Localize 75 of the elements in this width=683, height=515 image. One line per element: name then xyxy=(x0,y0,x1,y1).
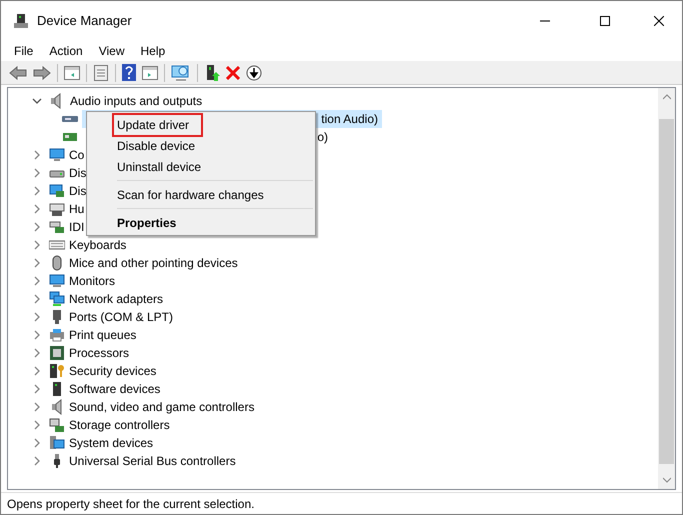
tree-item[interactable]: Security devices xyxy=(69,362,156,380)
expand-chevron-icon[interactable] xyxy=(32,222,42,232)
expand-chevron-icon[interactable] xyxy=(32,204,42,214)
expand-chevron-icon[interactable] xyxy=(32,186,42,196)
tree-item[interactable]: Audio inputs and outputs xyxy=(70,92,202,110)
lock-tower-icon xyxy=(49,363,65,379)
expand-chevron-icon[interactable] xyxy=(32,258,42,268)
card-icon xyxy=(49,219,65,235)
help-icon[interactable] xyxy=(122,64,136,81)
chip-icon xyxy=(49,345,65,361)
expand-chevron-icon[interactable] xyxy=(32,312,42,322)
maximize-icon xyxy=(600,16,610,26)
expand-chevron-icon[interactable] xyxy=(32,150,42,160)
scroll-up-icon[interactable] xyxy=(662,93,670,101)
computer-icon xyxy=(49,435,65,451)
network-icon xyxy=(49,291,65,307)
menu-item[interactable]: Scan for hardware changes xyxy=(112,182,278,206)
tree-item[interactable]: Monitors xyxy=(69,272,116,290)
monitor-icon xyxy=(49,273,65,289)
expand-chevron-icon[interactable] xyxy=(32,384,42,394)
panel-icon[interactable] xyxy=(142,64,158,80)
expand-chevron-icon[interactable] xyxy=(32,240,42,250)
menu-item[interactable]: Properties xyxy=(112,210,190,234)
printer-icon xyxy=(49,327,65,343)
expand-chevron-icon[interactable] xyxy=(32,276,42,286)
display-card-icon xyxy=(49,183,65,199)
status-text: Opens property sheet for the current selection. xyxy=(7,496,254,512)
expand-chevron-icon[interactable] xyxy=(32,420,42,430)
window-title: Device Manager xyxy=(37,12,132,30)
menu-item[interactable]: File xyxy=(7,42,40,60)
tree-item[interactable]: Dis xyxy=(69,182,86,200)
expand-chevron-icon[interactable] xyxy=(32,438,42,448)
storage-icon xyxy=(49,417,65,433)
menu-item[interactable]: Action xyxy=(42,42,90,60)
tree-item[interactable]: Mice and other pointing devices xyxy=(69,254,238,272)
expand-chevron-icon[interactable] xyxy=(32,366,42,376)
expand-chevron-icon[interactable] xyxy=(32,456,42,466)
expand-chevron-icon[interactable] xyxy=(32,330,42,340)
tree-item[interactable]: Dis xyxy=(69,164,86,182)
forward-arrow-icon[interactable] xyxy=(33,66,51,80)
tree-item[interactable]: Hu xyxy=(69,200,84,218)
monitor-icon xyxy=(49,147,65,163)
menu-item[interactable]: Uninstall device xyxy=(112,154,216,178)
update-driver-icon[interactable] xyxy=(204,64,220,82)
menu-item[interactable]: View xyxy=(92,42,132,60)
tree-item[interactable]: Ports (COM & LPT) xyxy=(69,308,174,326)
panel-icon[interactable] xyxy=(64,64,80,80)
tree-item[interactable]: System devices xyxy=(69,434,154,452)
delete-x-icon[interactable] xyxy=(226,66,240,80)
tree-item[interactable]: Network adapters xyxy=(69,290,164,308)
menu-item[interactable]: Disable device xyxy=(112,134,210,158)
expand-chevron-icon[interactable] xyxy=(32,402,42,412)
collapse-chevron-icon[interactable] xyxy=(32,96,42,106)
down-arrow-circle-icon[interactable] xyxy=(246,64,262,80)
close-icon xyxy=(654,16,664,26)
tree-item[interactable]: IDI xyxy=(69,218,84,236)
tree-item[interactable]: Universal Serial Bus controllers xyxy=(69,452,236,470)
tree-item[interactable]: Storage controllers xyxy=(69,416,170,434)
expand-chevron-icon[interactable] xyxy=(32,348,42,358)
expand-chevron-icon[interactable] xyxy=(32,294,42,304)
expand-chevron-icon[interactable] xyxy=(32,168,42,178)
scroll-down-icon[interactable] xyxy=(662,476,670,484)
scrollbar[interactable] xyxy=(658,88,675,489)
tree-item[interactable]: Sound, video and game controllers xyxy=(69,398,254,416)
tree-item[interactable]: Keyboards xyxy=(69,236,126,254)
tree-item[interactable]: Software devices xyxy=(69,380,160,398)
tree-item[interactable]: Print queues xyxy=(69,326,136,344)
back-arrow-icon[interactable] xyxy=(9,66,27,80)
menu-item[interactable]: Update driver xyxy=(112,112,204,136)
monitor-search-icon[interactable] xyxy=(171,64,191,82)
menu-item[interactable]: Help xyxy=(134,42,172,60)
properties-icon[interactable] xyxy=(93,64,109,80)
tree-item[interactable]: Co xyxy=(69,146,84,164)
app-icon xyxy=(13,13,29,29)
tree-item[interactable]: Processors xyxy=(69,344,130,362)
